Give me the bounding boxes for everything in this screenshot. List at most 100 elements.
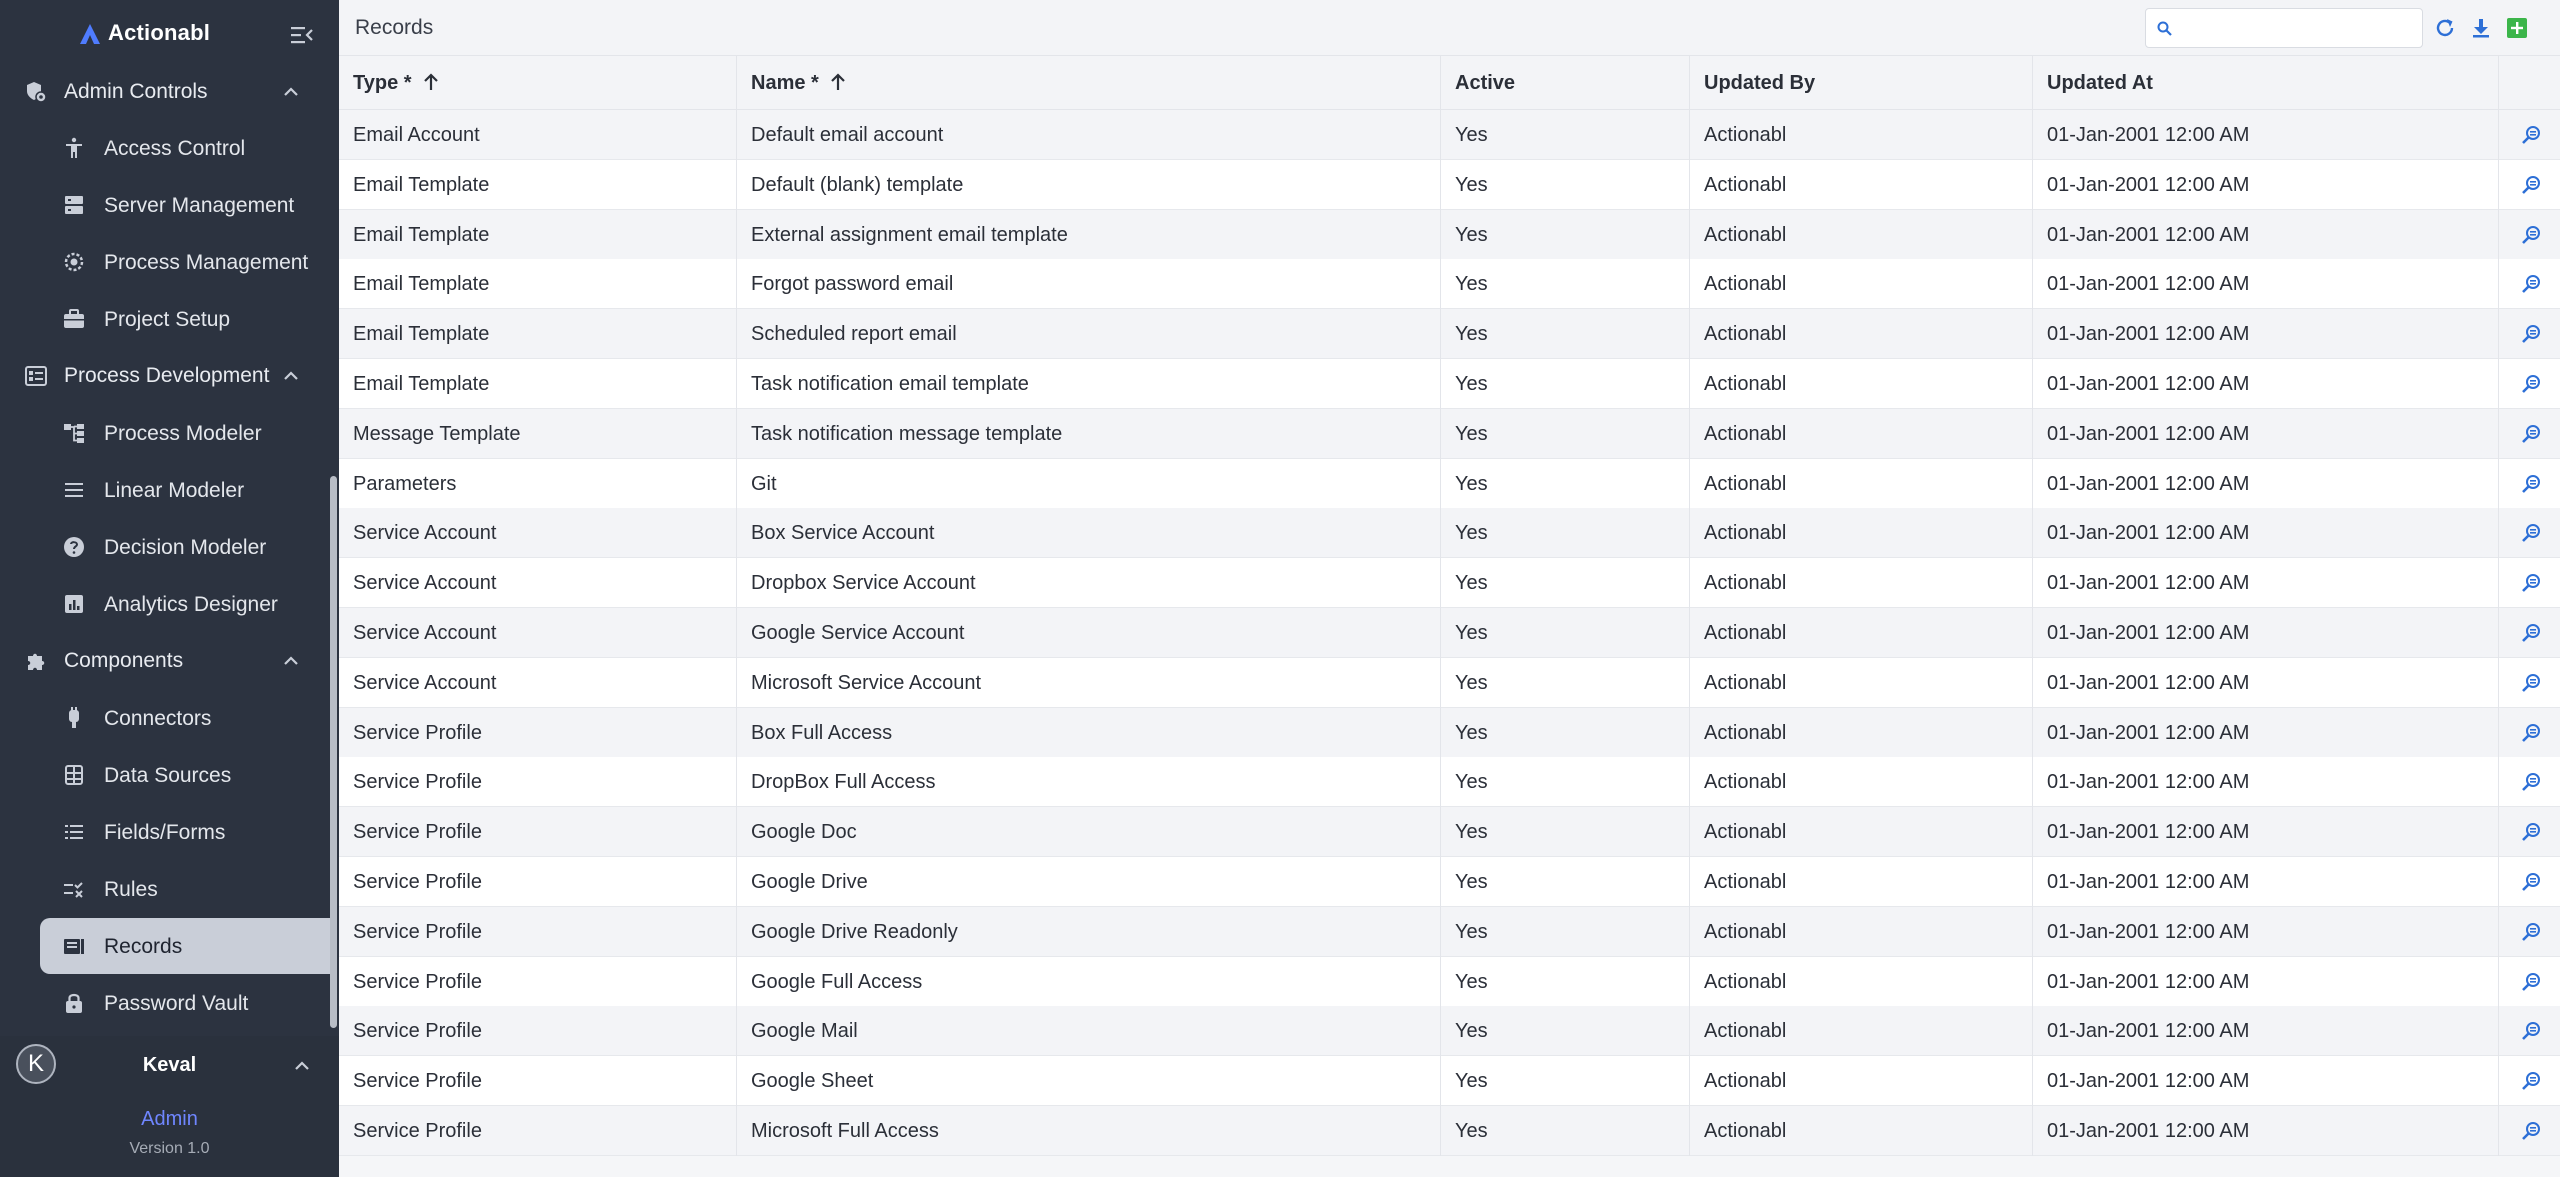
table-row[interactable]: Service Profile Google Drive Readonly Yes A…	[339, 907, 2560, 957]
briefcase-icon	[64, 309, 84, 328]
view-details-icon[interactable]	[2521, 224, 2543, 246]
table-row[interactable]: Email Template Task notification email te…	[339, 359, 2560, 409]
sort-ascending-icon[interactable]	[827, 71, 849, 93]
chevron-up-icon[interactable]	[281, 651, 301, 671]
sidebar-item-connectors[interactable]: Connectors	[40, 690, 332, 746]
sidebar-item-records[interactable]: Records	[40, 918, 332, 974]
view-details-icon[interactable]	[2521, 323, 2543, 345]
actionabl-logo-icon	[80, 24, 100, 44]
sidebar-scrollbar[interactable]	[330, 476, 337, 1028]
sort-ascending-icon[interactable]	[420, 71, 442, 93]
view-details-icon[interactable]	[2521, 921, 2543, 943]
cell-active: Yes	[1441, 409, 1690, 459]
column-header-type[interactable]: Type *	[339, 56, 737, 110]
table-row[interactable]: Parameters Git Yes Actionabl 01-Jan-2001 12:…	[339, 459, 2560, 509]
view-details-icon[interactable]	[2521, 174, 2543, 196]
section-process-development[interactable]: Process Development	[0, 348, 332, 404]
view-details-icon[interactable]	[2521, 273, 2543, 295]
hierarchy-icon	[64, 424, 84, 443]
sidebar-item-process-modeler[interactable]: Process Modeler	[40, 405, 332, 461]
table-row[interactable]: Email Template External assignment email …	[339, 210, 2560, 260]
main-content: Records Type * Name * Active Updated By …	[339, 0, 2560, 1177]
table-row[interactable]: Service Profile Box Full Access Yes Actiona…	[339, 708, 2560, 758]
view-details-icon[interactable]	[2521, 672, 2543, 694]
section-components[interactable]: Components	[0, 633, 332, 689]
chevron-up-icon[interactable]	[281, 82, 301, 102]
table-row[interactable]: Service Account Microsoft Service Account…	[339, 658, 2560, 708]
table-row[interactable]: Service Profile Google Mail Yes Actionabl 01…	[339, 1006, 2560, 1056]
table-row[interactable]: Email Template Scheduled report email Yes A…	[339, 309, 2560, 359]
view-details-icon[interactable]	[2521, 373, 2543, 395]
table-row[interactable]: Service Profile Google Full Access Yes Acti…	[339, 957, 2560, 1007]
view-details-icon[interactable]	[2521, 1070, 2543, 1092]
sidebar-item-fields-forms[interactable]: Fields/Forms	[40, 804, 332, 860]
refresh-icon[interactable]	[2433, 16, 2457, 40]
cell-active: Yes	[1441, 558, 1690, 608]
table-row[interactable]: Service Profile Google Drive Yes Actionabl 0…	[339, 857, 2560, 907]
table-row[interactable]: Service Profile Microsoft Full Access Yes A…	[339, 1106, 2560, 1156]
sidebar-item-password-vault[interactable]: Password Vault	[40, 975, 332, 1031]
table-row[interactable]: Service Profile DropBox Full Access Yes Act…	[339, 757, 2560, 807]
table-row[interactable]: Email Template Forgot password email Yes Ac…	[339, 259, 2560, 309]
cell-active: Yes	[1441, 1056, 1690, 1106]
table-row[interactable]: Service Account Box Service Account Yes Act…	[339, 508, 2560, 558]
view-details-icon[interactable]	[2521, 722, 2543, 744]
column-label: Updated At	[2047, 72, 2153, 94]
sidebar-item-data-sources[interactable]: Data Sources	[40, 747, 332, 803]
sidebar-item-rules[interactable]: Rules	[40, 861, 332, 917]
cell-active: Yes	[1441, 957, 1690, 1007]
collapse-sidebar-icon[interactable]	[290, 24, 314, 46]
cell-name: Git	[737, 459, 1441, 509]
view-details-icon[interactable]	[2521, 522, 2543, 544]
sidebar-item-linear-modeler[interactable]: Linear Modeler	[40, 462, 332, 518]
table-row[interactable]: Service Account Dropbox Service Account Ye…	[339, 558, 2560, 608]
view-details-icon[interactable]	[2521, 1120, 2543, 1142]
cell-updated-by: Actionabl	[1690, 708, 2033, 758]
sidebar-item-project-setup[interactable]: Project Setup	[40, 291, 332, 347]
cell-updated-at: 01-Jan-2001 12:00 AM	[2033, 1106, 2499, 1156]
view-details-icon[interactable]	[2521, 771, 2543, 793]
column-header-name[interactable]: Name *	[737, 56, 1441, 110]
download-icon[interactable]	[2469, 16, 2493, 40]
view-details-icon[interactable]	[2521, 473, 2543, 495]
sidebar-item-access-control[interactable]: Access Control	[40, 120, 332, 176]
sidebar-item-label: Decision Modeler	[104, 536, 267, 559]
section-admin-controls[interactable]: Admin Controls	[0, 64, 332, 120]
cell-name: DropBox Full Access	[737, 757, 1441, 807]
table-row[interactable]: Service Account Google Service Account Yes…	[339, 608, 2560, 658]
cell-type: Email Template	[339, 259, 737, 309]
sidebar-item-process-management[interactable]: Process Management	[40, 234, 332, 290]
sidebar-item-analytics-designer[interactable]: Analytics Designer	[40, 576, 332, 632]
sidebar-item-decision-modeler[interactable]: Decision Modeler	[40, 519, 332, 575]
horizontal-scrollbar[interactable]	[339, 1156, 2560, 1177]
cell-type: Email Template	[339, 309, 737, 359]
column-header-updated-at[interactable]: Updated At	[2033, 56, 2499, 110]
table-row[interactable]: Email Template Default (blank) template Ye…	[339, 160, 2560, 210]
view-details-icon[interactable]	[2521, 572, 2543, 594]
table-row[interactable]: Message Template Task notification messag…	[339, 409, 2560, 459]
table-row[interactable]: Email Account Default email account Yes Act…	[339, 110, 2560, 160]
chevron-up-icon[interactable]	[292, 1056, 312, 1076]
user-name[interactable]: Keval	[0, 1054, 339, 1077]
view-details-icon[interactable]	[2521, 1020, 2543, 1042]
table-row[interactable]: Service Profile Google Sheet Yes Actionabl 0…	[339, 1056, 2560, 1106]
chevron-up-icon[interactable]	[281, 366, 301, 386]
sidebar-item-server-management[interactable]: Server Management	[40, 177, 332, 233]
column-header-active[interactable]: Active	[1441, 56, 1690, 110]
table-row[interactable]: Service Profile Google Doc Yes Actionabl 01-…	[339, 807, 2560, 857]
cell-name: Google Full Access	[737, 957, 1441, 1007]
cell-type: Email Account	[339, 110, 737, 160]
column-label: Active	[1455, 72, 1516, 94]
search-box[interactable]	[2145, 8, 2423, 48]
cell-active: Yes	[1441, 160, 1690, 210]
view-details-icon[interactable]	[2521, 871, 2543, 893]
view-details-icon[interactable]	[2521, 821, 2543, 843]
view-details-icon[interactable]	[2521, 124, 2543, 146]
view-details-icon[interactable]	[2521, 622, 2543, 644]
add-icon[interactable]	[2505, 16, 2529, 40]
search-input[interactable]	[2180, 13, 2416, 43]
cell-type: Service Account	[339, 508, 737, 558]
view-details-icon[interactable]	[2521, 423, 2543, 445]
column-header-updated-by[interactable]: Updated By	[1690, 56, 2033, 110]
view-details-icon[interactable]	[2521, 971, 2543, 993]
